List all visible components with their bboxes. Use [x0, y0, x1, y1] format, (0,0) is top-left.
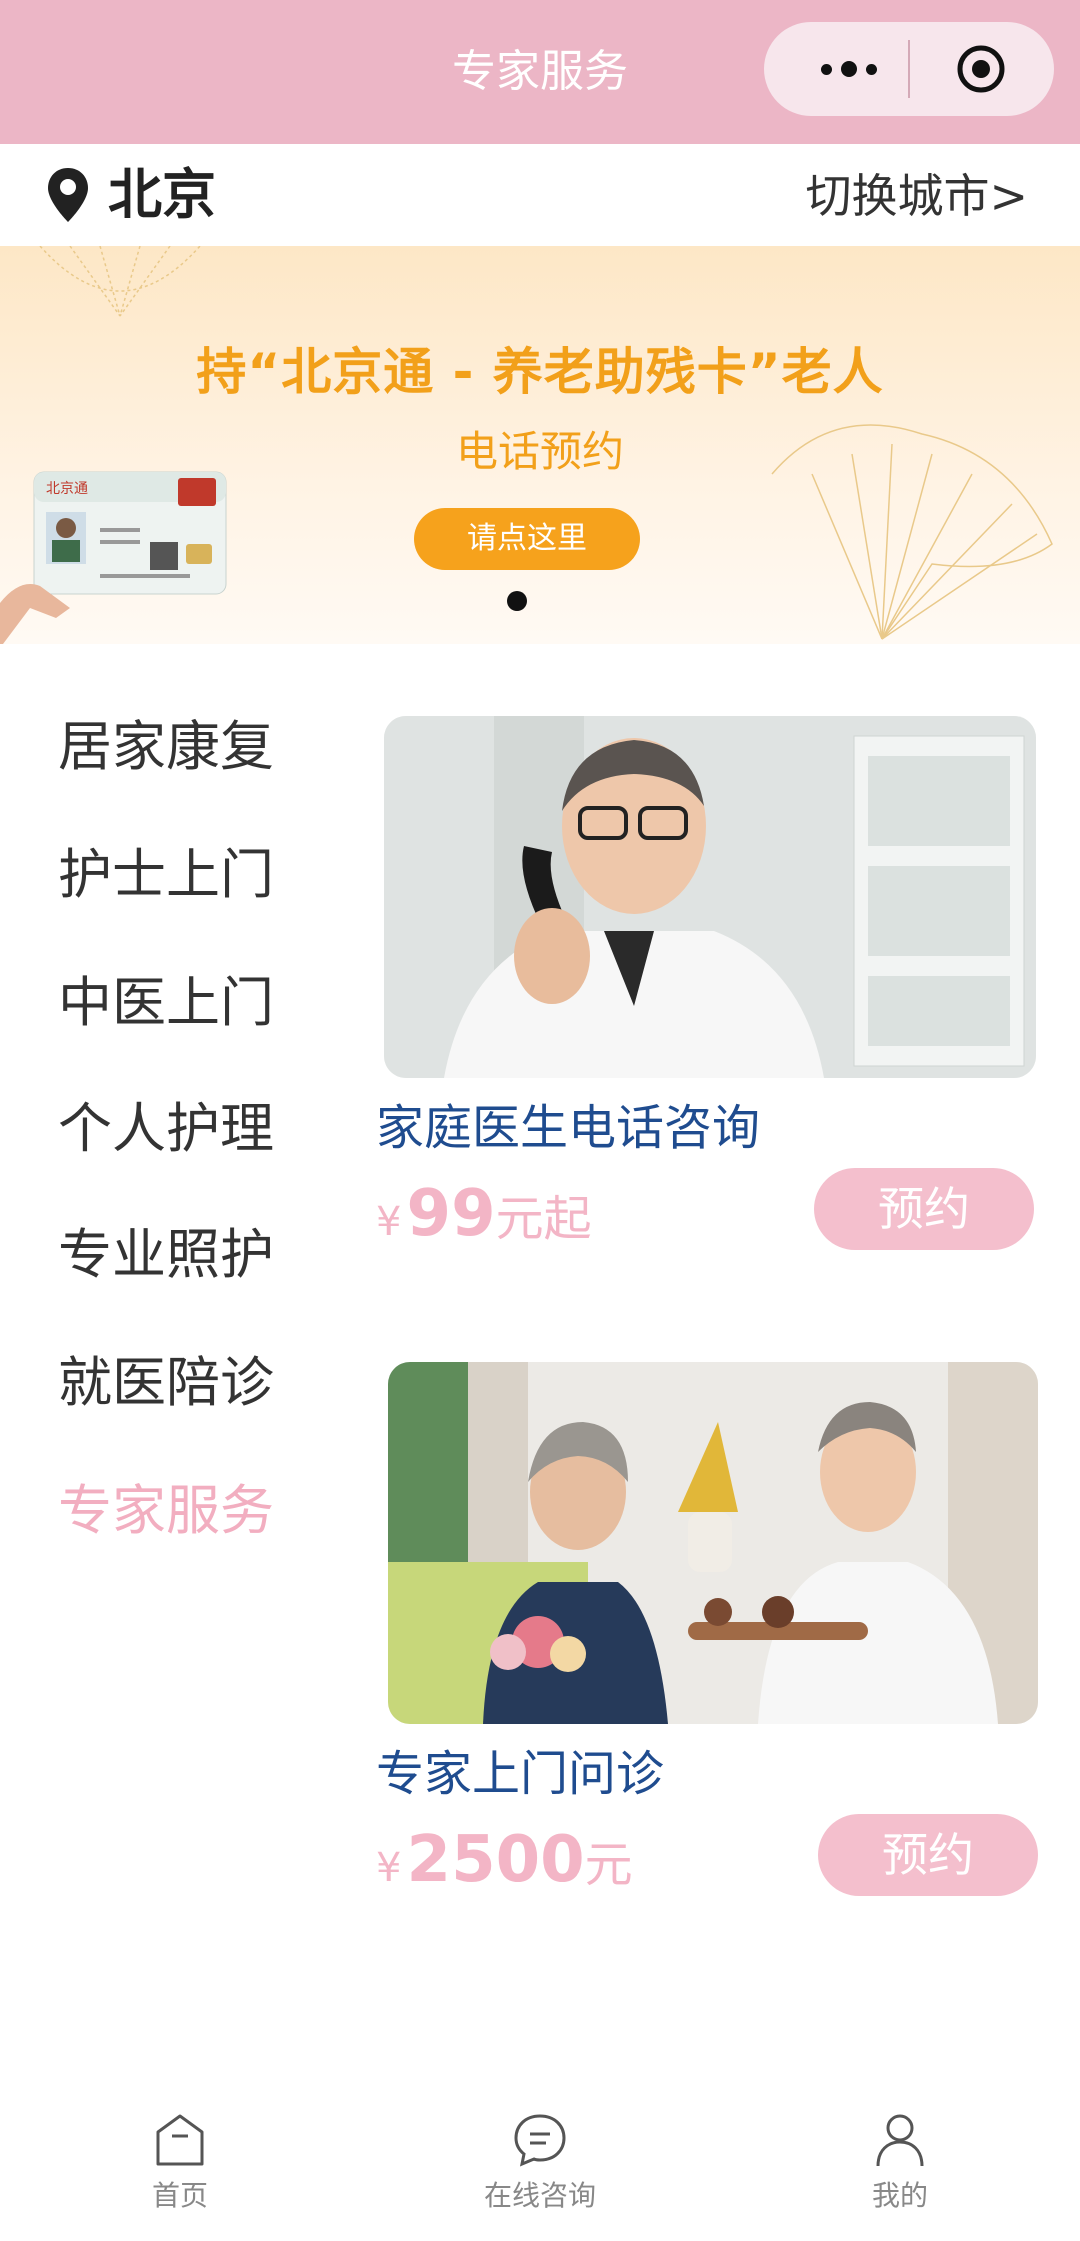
menu-item-home-rehab[interactable]: 居家康复 [58, 712, 318, 782]
price-value: 2500 [406, 1823, 585, 1897]
menu-item-professional-care[interactable]: 专业照护 [58, 1220, 318, 1290]
service-image-expert-visit[interactable] [388, 1362, 1038, 1724]
service-price: ¥ 99元起 [376, 1174, 592, 1270]
menu-item-medical-escort[interactable]: 就医陪诊 [58, 1348, 318, 1418]
menu-item-tcm-visit[interactable]: 中医上门 [58, 968, 318, 1038]
menu-item-nurse-visit[interactable]: 护士上门 [58, 840, 318, 910]
tab-label: 首页 [151, 2179, 208, 2212]
home-icon [156, 2114, 204, 2166]
book-button[interactable]: 预约 [814, 1168, 1034, 1250]
banner-headline: 持“北京通 - 养老助残卡”老人 [196, 343, 884, 401]
tab-label: 在线咨询 [483, 2179, 596, 2212]
tab-mine[interactable]: 我的 [800, 2110, 1000, 2214]
tab-online-consult[interactable]: 在线咨询 [440, 2110, 640, 2214]
service-image-phone-consult[interactable] [384, 716, 1036, 1078]
tab-label: 我的 [871, 2179, 928, 2212]
mini-program-capsule [764, 22, 1054, 116]
promo-banner[interactable]: 持“北京通 - 养老助残卡”老人 电话预约 请点这里 北京通 [0, 246, 1080, 644]
nav-header: 专家服务 [0, 0, 1080, 144]
tab-home[interactable]: 首页 [80, 2110, 280, 2214]
close-target-icon[interactable] [956, 44, 1006, 94]
location-pin-icon [48, 168, 88, 222]
capsule-divider [908, 40, 910, 98]
chat-icon [514, 2114, 566, 2167]
book-button[interactable]: 预约 [818, 1814, 1038, 1896]
service-price: ¥ 2500元 [376, 1820, 633, 1916]
banner-cta-button[interactable]: 请点这里 [414, 508, 640, 570]
card-brand-text: 北京通 [46, 481, 88, 497]
service-title: 家庭医生电话咨询 [376, 1100, 761, 1156]
location-bar: 北京 切换城市> [0, 144, 1080, 246]
menu-item-personal-care[interactable]: 个人护理 [58, 1094, 318, 1164]
price-unit: 元 [584, 1837, 633, 1893]
current-city: 北京 [108, 163, 216, 226]
currency-symbol: ¥ [376, 1845, 402, 1891]
menu-item-expert-service[interactable]: 专家服务 [58, 1476, 318, 1546]
ginkgo-leaf-decoration [39, 246, 201, 317]
price-value: 99 [406, 1177, 496, 1251]
user-icon [876, 2114, 924, 2167]
service-title: 专家上门问诊 [376, 1746, 665, 1802]
bottom-tab-bar: 首页 在线咨询 我的 [0, 2100, 1080, 2241]
currency-symbol: ¥ [376, 1199, 402, 1245]
senior-card-image: 北京通 [0, 471, 227, 644]
carousel-indicator-dot[interactable] [507, 591, 527, 611]
more-icon[interactable] [804, 22, 894, 116]
switch-city-link[interactable]: 切换城市> [805, 164, 1028, 228]
price-unit: 元起 [495, 1191, 592, 1247]
